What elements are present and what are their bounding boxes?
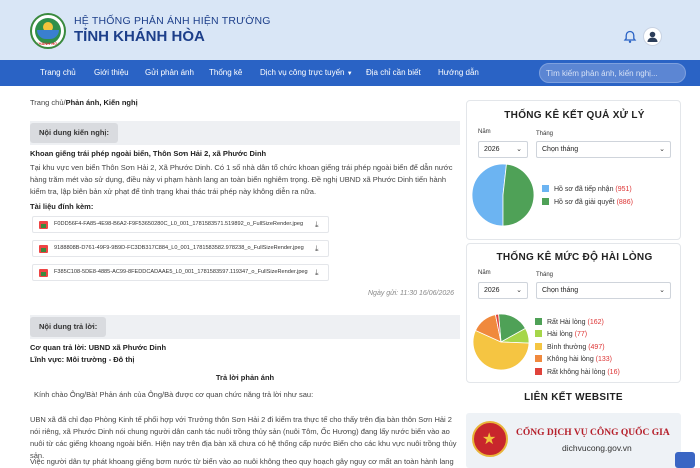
download-icon[interactable]: ⤓ xyxy=(315,268,319,278)
petition-tag: Nội dung kiến nghị: xyxy=(30,123,118,143)
month-label: Tháng xyxy=(536,131,554,137)
image-file-icon xyxy=(39,221,48,229)
petition-body: Tại khu vực ven biển Thôn Sơn Hải 2, Xã … xyxy=(30,163,453,196)
nav-statistics[interactable]: Thống kê xyxy=(209,60,242,86)
attachment-item[interactable]: 9188808B-D761-49F9-9B9D-FC3DB317C884_L0_… xyxy=(32,240,329,257)
reply-field: Lĩnh vực: Môi trường - Đô thị xyxy=(30,355,135,364)
satisfaction-pie-chart xyxy=(472,313,530,371)
site-header: KHÁNH HÒA HỆ THỐNG PHẢN ÁNH HIỆN TRƯỜNG … xyxy=(0,0,700,60)
pie-slice[interactable] xyxy=(502,163,535,227)
month-select[interactable]: Chọn tháng ⌄ xyxy=(536,282,671,299)
reply-body: UBN xã đã chỉ đạo Phòng Kinh tế phối hợp… xyxy=(30,415,457,460)
breadcrumb: Trang chủ/Phản ánh, Kiến nghị xyxy=(30,98,138,107)
nav-online-services[interactable]: Dịch vụ công trực tuyến ▼ xyxy=(260,60,353,86)
legend-very-satisfied: Rất Hài lòng (162) xyxy=(535,318,604,326)
reply-body-continued: Việc người dân tự phát khoang giếng bơm … xyxy=(30,457,454,466)
national-emblem-icon xyxy=(472,421,508,457)
search-input[interactable] xyxy=(539,63,686,83)
legend-very-unsatisfied: Rất không hài lòng (16) xyxy=(535,368,620,376)
satisfaction-stats-title: THỐNG KÊ MỨC ĐỘ HÀI LÒNG xyxy=(496,252,653,263)
nav-submit-report[interactable]: Gửi phản ánh xyxy=(145,60,194,86)
national-public-service-banner[interactable]: CỔNG DỊCH VỤ CÔNG QUỐC GIA dichvucong.go… xyxy=(466,413,681,468)
result-stats-title: THỐNG KÊ KẾT QUẢ XỬ LÝ xyxy=(504,110,645,121)
attachment-item[interactable]: F0DD56F4-FA85-4E98-B6A2-F9F53650280C_L0_… xyxy=(32,216,329,233)
user-avatar[interactable] xyxy=(643,27,662,46)
chevron-down-icon: ⌄ xyxy=(659,287,665,294)
site-subtitle: HỆ THỐNG PHẢN ÁNH HIỆN TRƯỜNG xyxy=(74,15,271,27)
image-file-icon xyxy=(39,269,48,277)
user-icon xyxy=(647,31,658,42)
legend-received: Hồ sơ đã tiếp nhận (951) xyxy=(542,185,632,193)
month-select[interactable]: Chọn tháng ⌄ xyxy=(536,141,671,158)
banner-url: dichvucong.gov.vn xyxy=(562,443,632,453)
year-label: Năm xyxy=(478,129,491,135)
main-navigation: Trang chủ Giới thiệu Gửi phản ánh Thống … xyxy=(0,60,700,86)
satisfaction-stats-card: THỐNG KÊ MỨC ĐỘ HÀI LÒNG Năm 2026 ⌄ Tháng… xyxy=(466,243,681,383)
site-title: TỈNH KHÁNH HÒA xyxy=(74,28,205,45)
reply-tag: Nội dung trả lời: xyxy=(30,317,107,337)
pie-slice[interactable] xyxy=(471,163,507,227)
sent-date: Ngày gửi: 11:30 16/06/2026 xyxy=(368,290,455,297)
month-label: Tháng xyxy=(536,272,554,278)
year-select[interactable]: 2026 ⌄ xyxy=(478,282,528,299)
nav-useful-addresses[interactable]: Địa chỉ cần biết xyxy=(366,60,421,86)
chevron-down-icon: ⌄ xyxy=(516,287,522,294)
chevron-down-icon: ⌄ xyxy=(516,146,522,153)
reply-heading: Trả lời phản ánh xyxy=(215,373,275,382)
reply-agency: Cơ quan trả lời: UBND xã Phước Dinh xyxy=(30,343,167,352)
breadcrumb-home[interactable]: Trang chủ xyxy=(30,98,64,107)
legend-resolved: Hồ sơ đã giải quyết (886) xyxy=(542,198,633,206)
banner-title: CỔNG DỊCH VỤ CÔNG QUỐC GIA xyxy=(516,428,670,438)
chevron-down-icon: ▼ xyxy=(346,71,353,77)
reply-greeting: Kính chào Ông/Bà! Phản ánh của Ông/Bà đư… xyxy=(34,390,314,399)
nav-about[interactable]: Giới thiệu xyxy=(94,60,129,86)
legend-satisfied: Hài lòng (77) xyxy=(535,330,587,338)
website-links-title: LIÊN KẾT WEBSITE xyxy=(524,392,623,403)
year-select[interactable]: 2026 ⌄ xyxy=(478,141,528,158)
nav-guide[interactable]: Hướng dẫn xyxy=(438,60,479,86)
nav-home[interactable]: Trang chủ xyxy=(40,60,76,86)
legend-normal: Bình thường (497) xyxy=(535,343,605,351)
year-label: Năm xyxy=(478,270,491,276)
image-file-icon xyxy=(39,245,48,253)
petition-title: Khoan giếng trái phép ngoài biển, Thôn S… xyxy=(30,149,267,158)
breadcrumb-current: Phản ánh, Kiến nghị xyxy=(65,98,138,107)
notification-bell-icon[interactable] xyxy=(623,30,637,44)
attachment-item[interactable]: F385C108-5DE8-4885-AC99-8FEDDCADAAE5_L0_… xyxy=(32,264,329,281)
legend-unsatisfied: Không hài lòng (133) xyxy=(535,355,612,363)
khanh-hoa-logo[interactable]: KHÁNH HÒA xyxy=(30,13,66,49)
scroll-top-button[interactable] xyxy=(675,452,695,468)
attachments-label: Tài liệu đính kèm: xyxy=(30,202,94,211)
chevron-down-icon: ⌄ xyxy=(659,146,665,153)
download-icon[interactable]: ⤓ xyxy=(315,220,319,230)
result-pie-chart xyxy=(471,163,535,227)
result-stats-card: THỐNG KÊ KẾT QUẢ XỬ LÝ Năm 2026 ⌄ Tháng C… xyxy=(466,100,681,240)
download-icon[interactable]: ⤓ xyxy=(315,244,319,254)
